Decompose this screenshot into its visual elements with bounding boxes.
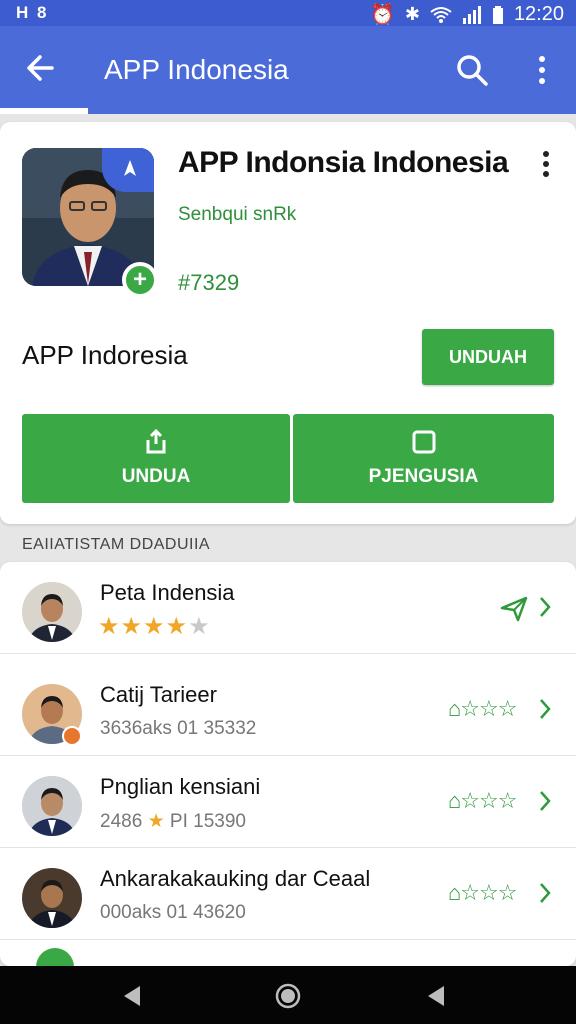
list-item[interactable]: Catij Tarieer 3636aks 01 35332 ⌂☆☆☆	[0, 664, 576, 756]
list-item[interactable]: Ankarakakauking dar Ceaal 000aks 01 4362…	[0, 848, 576, 940]
app-badge	[102, 148, 154, 192]
rating-outline-stars: ⌂☆☆☆	[448, 788, 517, 813]
share-button-label: UNDUA	[121, 466, 191, 487]
list-item-name: Catij Tarieer	[100, 682, 217, 707]
back-arrow-icon[interactable]	[22, 50, 58, 86]
chevron-right-icon[interactable]	[538, 595, 552, 619]
app-name: APP Indonsia Indonesia	[178, 146, 509, 179]
list-item-name: Ankarakakauking dar Ceaal	[100, 866, 371, 891]
nav-recent-icon[interactable]	[422, 982, 450, 1010]
app-bar: APP Indonesia	[0, 26, 576, 114]
avatar	[22, 776, 82, 836]
list-item[interactable]: Pnglian kensiani 2486 ★ PI 15390 ⌂☆☆☆	[0, 756, 576, 848]
app-label: APP Indoresia	[22, 340, 188, 370]
list-item-meta: 2486 ★ PI 15390	[100, 811, 246, 832]
rating-outline-stars: ⌂☆☆☆	[448, 880, 517, 905]
status-badge	[62, 726, 82, 746]
more-vert-icon[interactable]	[530, 52, 554, 88]
chevron-right-icon[interactable]	[538, 789, 552, 813]
next-item-avatar	[36, 948, 74, 966]
test-button-label: PJENGUSIA	[368, 466, 479, 487]
clock: 12:20	[513, 3, 564, 25]
battery-icon	[492, 5, 503, 24]
status-left-text: H 8	[16, 3, 49, 22]
contact-list: Peta Indensia ★★★★★ Catij Tarieer 3636ak…	[0, 562, 576, 966]
page-title: APP Indonesia	[104, 54, 289, 85]
app-detail-card: + APP Indonsia Indonesia Senbqui snRk #7…	[0, 122, 576, 524]
add-icon[interactable]: +	[122, 262, 158, 298]
status-bar: H 8 ⏰ ✱ 12:20	[0, 0, 576, 26]
nav-back-icon[interactable]	[118, 982, 146, 1010]
install-button[interactable]: UNDUAH	[422, 329, 554, 385]
rating-stars: ★★★★★	[98, 613, 211, 640]
share-button[interactable]: UNDUA	[22, 414, 290, 503]
app-subtitle: Senbqui snRk	[178, 204, 297, 225]
nav-home-icon[interactable]	[274, 982, 302, 1010]
system-nav-bar	[0, 966, 576, 1024]
test-button[interactable]: PJENGUSIA	[293, 414, 554, 503]
avatar	[22, 868, 82, 928]
card-menu-icon[interactable]	[538, 150, 554, 178]
section-title: EAIIATISTAM DDADUIIA	[22, 536, 211, 553]
list-item-name: Peta Indensia	[100, 580, 235, 605]
rating-outline-stars: ⌂☆☆☆	[448, 696, 517, 721]
list-item-name: Pnglian kensiani	[100, 774, 261, 799]
wifi-icon	[430, 6, 452, 23]
send-icon[interactable]	[500, 596, 528, 622]
chevron-right-icon[interactable]	[538, 697, 552, 721]
app-code: #7329	[178, 270, 240, 295]
tab-indicator	[0, 108, 88, 114]
alarm-icon: ⏰	[369, 4, 395, 26]
search-icon[interactable]	[454, 52, 490, 88]
star-icon: ★	[147, 811, 165, 832]
list-item[interactable]: Peta Indensia ★★★★★	[0, 562, 576, 654]
bluetooth-icon: ✱	[404, 4, 420, 24]
list-item-meta: 3636aks 01 35332	[100, 718, 257, 739]
signal-icon	[462, 5, 481, 24]
chevron-right-icon[interactable]	[538, 881, 552, 905]
square-icon	[412, 430, 435, 454]
list-item-meta: 000aks 01 43620	[100, 902, 246, 923]
avatar	[22, 582, 82, 642]
share-icon	[146, 428, 166, 454]
